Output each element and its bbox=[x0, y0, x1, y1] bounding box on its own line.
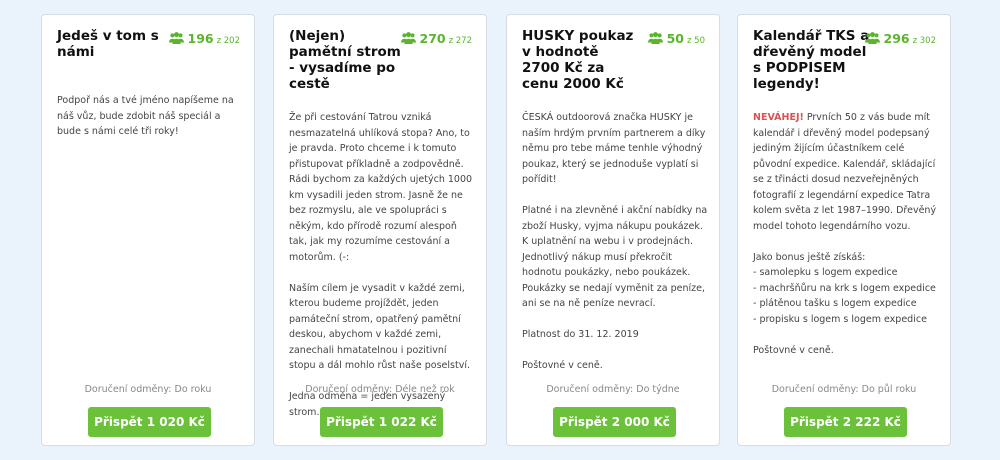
users-icon bbox=[400, 32, 416, 44]
bonus-list: Jako bonus ještě získáš: - samolepku s l… bbox=[753, 251, 936, 325]
description-paragraph: Poštovné v ceně. bbox=[522, 360, 603, 371]
reward-title: Jedeš v tom s námi bbox=[57, 28, 159, 60]
reward-card: Kalendář TKS a dřevěný model s PODPISEM … bbox=[737, 14, 951, 446]
reward-header: Jedeš v tom s námi 196 z 202 bbox=[57, 28, 244, 60]
users-icon bbox=[647, 32, 663, 44]
reward-description: ČESKÁ outdoorová značka HUSKY je naším h… bbox=[522, 110, 709, 389]
description-paragraph: NEVÁHEJ! Prvních 50 z vás bude mít kalen… bbox=[753, 110, 940, 234]
description-paragraph: Podpoř nás a tvé jméno napíšeme na náš v… bbox=[57, 95, 234, 137]
reward-header: Kalendář TKS a dřevěný model s PODPISEM … bbox=[753, 28, 940, 92]
contribute-button[interactable]: Přispět 2 000 Kč bbox=[553, 407, 676, 437]
delivery-label: Doručení odměny: bbox=[84, 384, 172, 395]
reward-description: NEVÁHEJ! Prvních 50 z vás bude mít kalen… bbox=[753, 110, 940, 374]
backers-count: 196 bbox=[187, 31, 214, 46]
contribute-button[interactable]: Přispět 1 020 Kč bbox=[88, 407, 211, 437]
backers-limit: z 50 bbox=[687, 36, 705, 46]
backers-limit: z 302 bbox=[912, 36, 936, 46]
delivery-value: Do týdne bbox=[636, 384, 680, 395]
delivery-info: Doručení odměny: Do týdne bbox=[507, 384, 719, 395]
users-icon bbox=[168, 32, 184, 44]
delivery-info: Doručení odměny: Do roku bbox=[42, 384, 254, 395]
delivery-value: Déle než rok bbox=[395, 384, 455, 395]
backers-count: 270 bbox=[419, 31, 446, 46]
users-icon bbox=[864, 32, 880, 44]
highlight-text: NEVÁHEJ! bbox=[753, 112, 804, 123]
backers-counter: 270 z 272 bbox=[400, 31, 472, 46]
contribute-button[interactable]: Přispět 1 022 Kč bbox=[320, 407, 443, 437]
backers-counter: 296 z 302 bbox=[864, 31, 936, 46]
contribute-button[interactable]: Přispět 2 222 Kč bbox=[784, 407, 907, 437]
description-paragraph: Poštovné v ceně. bbox=[753, 344, 834, 356]
reward-card: HUSKY poukaz v hodnotě 2700 Kč za cenu 2… bbox=[506, 14, 720, 446]
delivery-label: Doručení odměny: bbox=[771, 384, 859, 395]
description-text: Prvních 50 z vás bude mít kalendář i dře… bbox=[753, 112, 937, 232]
backers-limit: z 272 bbox=[448, 36, 472, 46]
backers-counter: 50 z 50 bbox=[647, 31, 705, 46]
delivery-value: Do půl roku bbox=[861, 384, 917, 395]
description-paragraph: Naším cílem je vysadit v každé zemi, kte… bbox=[289, 282, 470, 372]
reward-card: Jedeš v tom s námi 196 z 202 Podpoř nás … bbox=[41, 14, 255, 446]
reward-header: (Nejen) pamětní strom - vysadíme po cest… bbox=[289, 28, 476, 92]
reward-title: Kalendář TKS a dřevěný model s PODPISEM … bbox=[753, 28, 870, 92]
delivery-label: Doručení odměny: bbox=[305, 384, 393, 395]
description-paragraph: Že při cestování Tatrou vzniká nesmazate… bbox=[289, 112, 473, 263]
description-paragraph: Platné i na zlevněné i akční nabídky na … bbox=[522, 205, 708, 309]
reward-header: HUSKY poukaz v hodnotě 2700 Kč za cenu 2… bbox=[522, 28, 709, 92]
description-paragraph: Platnost do 31. 12. 2019 bbox=[522, 329, 639, 340]
delivery-value: Do roku bbox=[174, 384, 212, 395]
delivery-info: Doručení odměny: Do půl roku bbox=[738, 384, 950, 395]
backers-limit: z 202 bbox=[216, 36, 240, 46]
reward-title: HUSKY poukaz v hodnotě 2700 Kč za cenu 2… bbox=[522, 28, 634, 92]
reward-card: (Nejen) pamětní strom - vysadíme po cest… bbox=[273, 14, 487, 446]
description-paragraph: ČESKÁ outdoorová značka HUSKY je naším h… bbox=[522, 112, 706, 185]
backers-count: 50 bbox=[666, 31, 685, 46]
backers-count: 296 bbox=[883, 31, 910, 46]
reward-title: (Nejen) pamětní strom - vysadíme po cest… bbox=[289, 28, 401, 92]
delivery-info: Doručení odměny: Déle než rok bbox=[274, 384, 486, 395]
reward-description: Podpoř nás a tvé jméno napíšeme na náš v… bbox=[57, 93, 244, 155]
delivery-label: Doručení odměny: bbox=[546, 384, 634, 395]
backers-counter: 196 z 202 bbox=[168, 31, 240, 46]
